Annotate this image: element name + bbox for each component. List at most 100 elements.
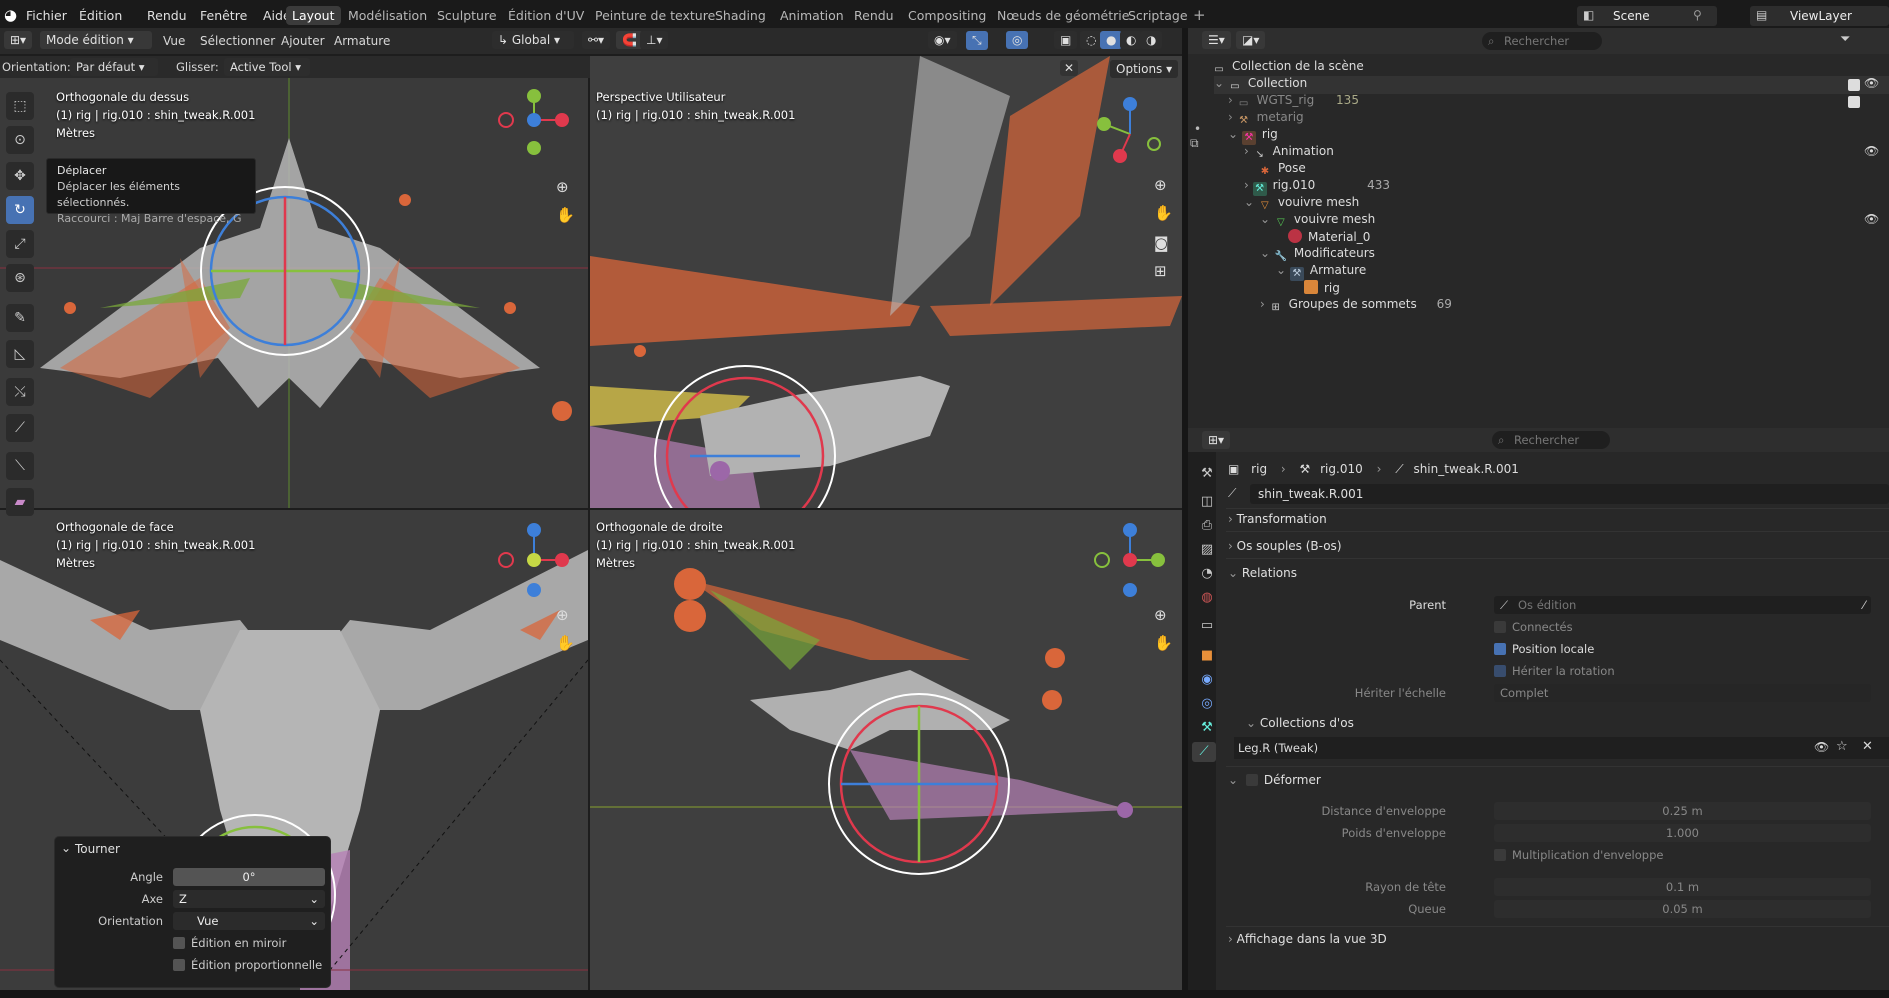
menu-edit[interactable]: Édition [79, 8, 122, 23]
pan-hand-icon[interactable]: ✋ [556, 206, 575, 224]
view-layer-selector[interactable]: ▤ ViewLayer [1750, 6, 1889, 26]
constraint-tab-icon[interactable]: ◎ [1197, 694, 1217, 714]
panel-bbone[interactable]: › Os souples (B-os) [1228, 539, 1342, 553]
close-icon[interactable]: ✕ [1862, 739, 1873, 754]
navigation-gizmo-right[interactable] [1090, 518, 1166, 598]
proportional-checkbox[interactable]: Édition proportionnelle [173, 958, 322, 972]
options-dropdown[interactable]: Options ▾ [1110, 60, 1179, 78]
world-tab-icon[interactable]: ◍ [1197, 588, 1217, 608]
inherit-scale-dropdown[interactable]: Complet [1494, 684, 1871, 702]
blender-logo-icon[interactable]: ◕ [4, 6, 17, 24]
outliner-row[interactable]: › ⚒ metarig [1228, 110, 1304, 128]
rotate-orientation-dropdown[interactable]: Vue ⌄ [173, 912, 325, 930]
pan-hand-icon-right[interactable]: ✋ [1154, 634, 1173, 652]
mirror-checkbox[interactable]: Édition en miroir [173, 936, 286, 950]
transform-orientation-dropdown[interactable]: ↳ Global ▾ [492, 31, 574, 49]
drag-dropdown[interactable]: Active Tool ▾ [224, 58, 310, 76]
tab-geometry-nodes[interactable]: Nœuds de géométrie [997, 8, 1129, 23]
envelope-weight-field[interactable]: 1.000 [1494, 824, 1871, 842]
eye-icon[interactable]: 👁 [1864, 76, 1879, 90]
grid-view-icon[interactable]: ⊞ [1154, 262, 1167, 280]
zoom-icon-persp[interactable]: ⊕ [1154, 176, 1167, 194]
panel-relations[interactable]: ⌄ Relations [1228, 566, 1297, 580]
panel-bone-collections[interactable]: ⌄ Collections d'os [1246, 716, 1354, 730]
properties-editor-icon[interactable]: ⊞▾ [1202, 431, 1231, 449]
checkbox-icon[interactable] [1245, 774, 1258, 786]
tab-rendering[interactable]: Rendu [854, 8, 894, 23]
navigation-gizmo-front[interactable] [494, 518, 570, 598]
snap-target-icon[interactable]: ⊥▾ [640, 31, 669, 49]
eye-icon[interactable]: 👁 [1814, 740, 1829, 754]
outliner-row[interactable]: ▭ Collection de la scène [1212, 59, 1363, 77]
camera-icon[interactable]: ◙ [1154, 234, 1169, 252]
collection-tab-icon[interactable]: ▭ [1197, 616, 1217, 636]
inherit-rotation-checkbox[interactable]: Hériter la rotation [1494, 664, 1615, 678]
gizmo-icon[interactable]: ⤡ [966, 31, 988, 50]
bone-envelope-icon[interactable]: ▰ [6, 488, 34, 516]
scene-selector[interactable]: ◧ Scene ⚲ [1577, 6, 1717, 26]
tab-shading[interactable]: Shading [715, 8, 766, 23]
parent-field[interactable]: ⟋ Os édition ⁄ [1494, 596, 1871, 614]
panel-collapse-icon[interactable]: ⌄ [61, 841, 71, 855]
bone-name-field[interactable]: shin_tweak.R.001 [1250, 484, 1889, 504]
editor-type-icon[interactable]: ⊞▾ [4, 31, 33, 49]
menu-render[interactable]: Rendu [147, 8, 187, 23]
navigation-gizmo-persp[interactable] [1090, 94, 1166, 170]
tab-uv[interactable]: Édition d'UV [508, 8, 584, 23]
properties-search[interactable]: ⌕ Rechercher [1492, 431, 1610, 449]
pan-hand-icon-persp[interactable]: ✋ [1154, 204, 1173, 222]
outliner-row[interactable]: › ▭ WGTS_rig 135 [1228, 93, 1359, 111]
eye-icon[interactable]: 👁 [1864, 212, 1879, 226]
tool-tab-icon[interactable]: ⚒ [1197, 464, 1217, 484]
shading-render-icon[interactable]: ◑ [1140, 31, 1163, 49]
checkbox-icon[interactable] [1848, 95, 1866, 109]
pan-hand-icon-front[interactable]: ✋ [556, 634, 575, 652]
tail-radius-field[interactable]: 0.05 m [1494, 900, 1871, 918]
overlay-icon[interactable]: ◎ [1006, 31, 1029, 49]
render-tab-icon[interactable]: ◫ [1197, 492, 1217, 512]
eye-icon[interactable]: 👁 [1864, 144, 1879, 158]
zoom-icon-front[interactable]: ⊕ [556, 606, 569, 624]
view-layer-tab-icon[interactable]: ▨ [1197, 540, 1217, 560]
outliner-row[interactable]: › ⊞ Groupes de sommets 69 [1260, 297, 1452, 315]
pivot-icon[interactable]: ⚯▾ [582, 31, 611, 49]
tab-animation[interactable]: Animation [780, 8, 844, 23]
outliner-row[interactable]: ⌄ 🔧 Modificateurs [1260, 246, 1375, 264]
object-tab-icon[interactable]: ■ [1197, 646, 1217, 666]
modifier-tab-icon[interactable]: ◉ [1197, 670, 1217, 690]
outliner-row[interactable]: ⌄ ⚒ Armature [1276, 263, 1366, 281]
panel-transform[interactable]: › Transformation [1228, 512, 1327, 526]
viewport-front-ortho[interactable]: Orthogonale de face (1) rig | rig.010 : … [0, 510, 588, 990]
outliner-search[interactable]: ⌕ Rechercher [1482, 32, 1602, 50]
angle-field[interactable]: 0° [173, 868, 325, 886]
outliner-row[interactable]: rig [1304, 280, 1340, 295]
snap-icon[interactable]: 🧲 [616, 31, 643, 49]
viewport-top-ortho[interactable]: Orthogonale du dessus (1) rig | rig.010 … [0, 78, 588, 508]
bone-size-icon[interactable]: ⟋ [6, 414, 34, 442]
transform-icon[interactable]: ⊛ [6, 264, 34, 292]
navigation-gizmo[interactable] [494, 88, 570, 158]
envelope-distance-field[interactable]: 0.25 m [1494, 802, 1871, 820]
roll-icon[interactable]: ⟍ [6, 452, 34, 480]
visibility-icon[interactable]: ◉▾ [928, 31, 957, 49]
breadcrumb-bone[interactable]: shin_tweak.R.001 [1413, 462, 1518, 476]
outliner-row[interactable]: ⌄ ⚒ rig [1228, 127, 1278, 145]
outliner-row[interactable]: ⌄ ▽ vouivre mesh [1244, 195, 1359, 213]
xray-icon[interactable]: ▣ [1054, 31, 1078, 49]
tab-texture-paint[interactable]: Peinture de texture [595, 8, 715, 23]
orphan-icon[interactable]: ⧉ [1190, 136, 1199, 151]
menu-view[interactable]: Vue [163, 34, 185, 48]
menu-add[interactable]: Ajouter [281, 34, 325, 48]
display-mode-icon[interactable]: ◪▾ [1236, 31, 1266, 49]
outliner-row[interactable]: › ⚒ rig.010 433 [1244, 178, 1390, 196]
tab-layout[interactable]: Layout [286, 6, 341, 25]
mode-dropdown[interactable]: Mode édition ▾ [40, 31, 152, 49]
panel-viewport-display[interactable]: › Affichage dans la vue 3D [1228, 932, 1387, 946]
area-divider[interactable] [1182, 28, 1188, 998]
bone-collection-list[interactable]: Leg.R (Tweak) 👁 ☆ ✕ [1234, 737, 1889, 759]
close-x-icon[interactable]: ✕ [1060, 60, 1079, 76]
local-location-checkbox[interactable]: Position locale [1494, 642, 1594, 656]
annotate-icon[interactable]: ✎ [6, 304, 34, 332]
zoom-icon-right[interactable]: ⊕ [1154, 606, 1167, 624]
rotate-operator-panel[interactable]: ⌄ Tourner Angle 0° Axe Z ⌄ Orientation Vu… [54, 836, 331, 988]
